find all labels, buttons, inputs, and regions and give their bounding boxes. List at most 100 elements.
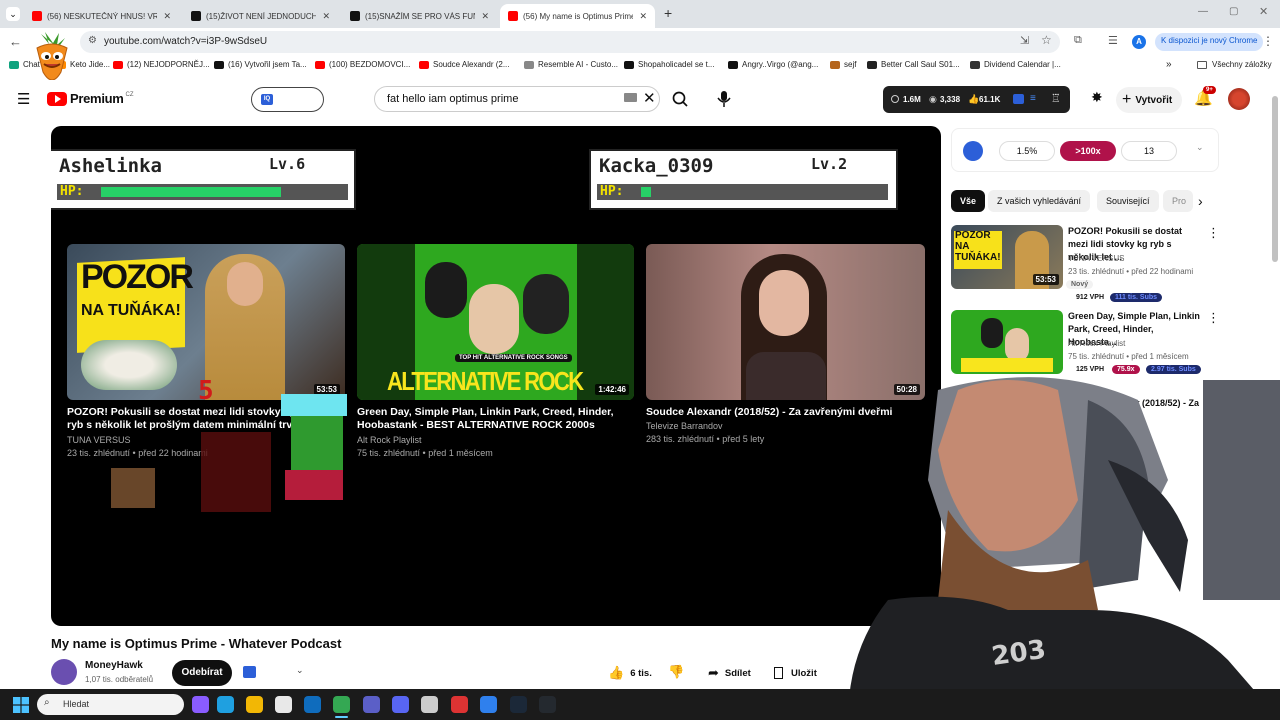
endcard-thumbnail-2[interactable]: TOP HIT ALTERNATIVE ROCK SONGS ALTERNATI… — [357, 244, 634, 400]
site-info-icon[interactable]: ⚙ — [88, 35, 97, 46]
sidebar-more-icon-1[interactable]: ⋮ — [1207, 225, 1220, 241]
bookmark-item[interactable]: (12) NEJODPORNĚJ... — [113, 60, 210, 69]
teams-icon[interactable] — [363, 696, 380, 713]
youtube-logo[interactable]: Premium CZ — [47, 91, 134, 106]
bookmark-item[interactable]: Dividend Calendar |... — [970, 60, 1061, 69]
endcard-title-2[interactable]: Green Day, Simple Plan, Linkin Park, Cre… — [357, 406, 617, 432]
bookmark-favicon-icon — [728, 60, 738, 69]
filter-chip[interactable]: Z vašich vyhledávání — [988, 190, 1091, 212]
filter-chip[interactable]: Pro — [1163, 190, 1193, 212]
explorer-icon[interactable] — [246, 696, 263, 713]
discord-icon[interactable] — [392, 696, 409, 713]
list-icon: ≡ — [1030, 93, 1036, 104]
copilot-icon[interactable] — [192, 696, 209, 713]
windows-start-icon[interactable] — [13, 697, 29, 713]
github-icon[interactable] — [539, 696, 556, 713]
bookmark-item[interactable]: (100) BEZDOMOVCI... — [315, 60, 410, 69]
voice-search-button[interactable] — [710, 86, 738, 112]
dislike-button[interactable]: 👎 — [662, 660, 690, 686]
vpn-icon[interactable] — [480, 696, 497, 713]
tab-3[interactable]: (15)SNAŽÍM SE PRO VÁS FUNG ✕ — [342, 4, 497, 28]
chrome-update-button[interactable]: K dispozici je nový Chrome — [1155, 33, 1264, 51]
tab-1[interactable]: (56) NESKUTEČNÝ HNUS! VRCH ✕ — [24, 4, 179, 28]
wikipedia-icon[interactable] — [421, 696, 438, 713]
hp-bar-right: HP: — [597, 184, 888, 200]
subscribe-button[interactable]: Odebírat — [172, 660, 232, 686]
channel-avatar[interactable] — [51, 659, 77, 685]
close-tab-icon[interactable]: ✕ — [481, 11, 489, 22]
thumbs-down-icon: 👎 — [668, 664, 685, 679]
bookmark-item[interactable]: Better Call Saul S01... — [867, 60, 960, 69]
bookmark-favicon-icon — [419, 60, 429, 69]
edge-icon[interactable] — [217, 696, 234, 713]
back-icon[interactable]: ← — [9, 34, 22, 49]
sidebar-channel-2: Alt Rock Playlist — [1068, 339, 1126, 348]
bookmark-item[interactable]: Shopaholicadel se t... — [624, 60, 715, 69]
bookmark-item[interactable]: sejf — [830, 60, 856, 69]
reading-list-icon[interactable]: ☰ — [1108, 34, 1118, 47]
video-stats-widget[interactable]: 1.6M ◉ 3,338 👍 61.1K ≡ ♖ — [883, 86, 1070, 113]
filter-chip[interactable]: Související — [1097, 190, 1159, 212]
search-input[interactable]: fat hello iam optimus prime — [387, 93, 518, 105]
viewers-icon: ◉ — [929, 94, 937, 104]
close-tab-icon[interactable]: ✕ — [163, 11, 171, 22]
outlook-icon[interactable] — [304, 696, 321, 713]
bookmark-star-icon[interactable]: ☆ — [1041, 33, 1052, 47]
taskbar-search-box[interactable]: ⌕ Hledat — [37, 694, 184, 715]
sidebar-thumbnail-1[interactable]: POZOR NA TUŇÁKA! 53:53 — [951, 225, 1063, 289]
bookmarks-overflow-button[interactable]: » — [1166, 59, 1172, 70]
overlay-number: 5 — [198, 376, 214, 406]
bookmark-item[interactable]: (16) Vytvořil jsem Ta... — [214, 60, 307, 69]
iq-extension-pill[interactable]: IQ — [251, 87, 324, 112]
account-avatar[interactable] — [1228, 88, 1250, 110]
close-tab-icon[interactable]: ✕ — [639, 11, 647, 22]
sidebar-video-1[interactable]: POZOR NA TUŇÁKA! 53:53 POZOR! Pokusili s… — [951, 225, 1221, 305]
search-box[interactable]: fat hello iam optimus prime ✕ — [374, 86, 660, 112]
bookmark-item[interactable]: Resemble AI - Custo... — [524, 60, 618, 69]
create-button[interactable]: + Vytvořit — [1116, 87, 1182, 113]
close-window-button[interactable]: ✕ — [1259, 5, 1268, 18]
clear-search-icon[interactable]: ✕ — [643, 89, 656, 107]
tab-list-chevron-icon[interactable]: ⌄ — [6, 7, 20, 21]
share-button[interactable]: ➦ Sdílet — [700, 660, 762, 686]
search-button[interactable] — [660, 86, 700, 112]
all-bookmarks-button[interactable]: Všechny záložky — [1197, 60, 1272, 69]
subs-badge-1: 111 tis. Subs — [1110, 293, 1163, 302]
chrome-menu-icon[interactable]: ⋮ — [1262, 34, 1274, 48]
address-bar[interactable]: ⚙ youtube.com/watch?v=i3P-9wSdseU ⇲ ☆ — [80, 31, 1060, 53]
channel-dropdown-icon[interactable]: ⌄ — [296, 665, 304, 676]
endcard-channel-2: Alt Rock Playlist — [357, 435, 422, 445]
bookmark-item[interactable]: Angry..Virgo (@ang... — [728, 60, 818, 69]
chrome-icon[interactable] — [333, 696, 350, 718]
page-scrollbar[interactable] — [1272, 96, 1278, 262]
maximize-button[interactable]: ▢ — [1229, 6, 1238, 17]
hamburger-menu-icon[interactable]: ☰ — [17, 90, 30, 108]
extension-puzzle-icon[interactable]: ✸ — [1091, 89, 1103, 106]
iq-expand-icon[interactable]: ⌄ — [1196, 142, 1204, 153]
obs-icon[interactable] — [451, 696, 468, 713]
chips-next-icon[interactable]: › — [1198, 193, 1203, 209]
profile-avatar[interactable]: A — [1132, 35, 1146, 49]
bookmark-favicon-icon — [970, 60, 980, 69]
store-icon[interactable] — [275, 696, 292, 713]
new-tab-button[interactable]: + — [664, 5, 672, 21]
channel-name[interactable]: MoneyHawk — [85, 660, 143, 671]
like-count: 6 tis. — [630, 667, 652, 679]
sidebar-more-icon-2[interactable]: ⋮ — [1207, 310, 1220, 326]
extensions-icon[interactable]: ⧉ — [1074, 34, 1082, 47]
keyboard-icon[interactable] — [624, 93, 637, 102]
sidebar-channel-1: TUNA VERSUS — [1068, 254, 1125, 263]
close-tab-icon[interactable]: ✕ — [322, 11, 330, 22]
minimize-button[interactable]: — — [1198, 6, 1208, 17]
iq-channel-icon[interactable] — [243, 666, 256, 678]
steam-icon[interactable] — [510, 696, 527, 713]
tab-title: (15)SNAŽÍM SE PRO VÁS FUNG — [365, 11, 476, 21]
notifications-button[interactable]: 🔔 9+ — [1192, 86, 1216, 112]
tab-4[interactable]: (56) My name is Optimus Prime ✕ — [500, 4, 655, 28]
hp-bar-left: HP: — [57, 184, 348, 200]
bookmark-item[interactable]: Soudce Alexandr (2... — [419, 60, 510, 69]
tab-2[interactable]: (15)ŽIVOT NENÍ JEDNODUCHÝ ✕ — [183, 4, 338, 28]
install-app-icon[interactable]: ⇲ — [1020, 34, 1029, 47]
like-button[interactable]: 👍 6 tis. — [600, 660, 660, 686]
filter-chip[interactable]: Vše — [951, 190, 986, 212]
